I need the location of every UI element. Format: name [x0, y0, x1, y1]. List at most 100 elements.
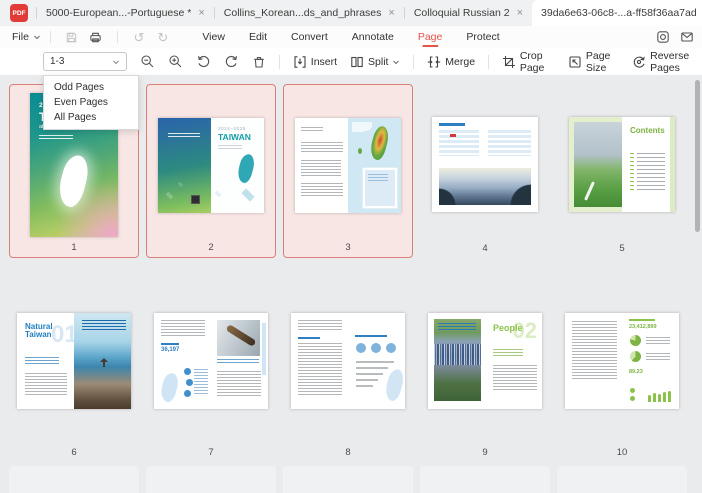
- page-thumbnail-cell-10[interactable]: 23,412,899 89.23 10: [557, 288, 687, 462]
- file-menu-button[interactable]: File: [12, 31, 41, 43]
- zoom-in-icon[interactable]: [168, 53, 183, 71]
- chevron-down-icon: [392, 58, 400, 66]
- population-stat: 23,412,899: [629, 324, 657, 330]
- page-number-label: 6: [9, 447, 139, 458]
- page-thumbnail-cell-14[interactable]: [420, 466, 550, 493]
- tab-annotate[interactable]: Annotate: [352, 26, 394, 48]
- tab-convert[interactable]: Convert: [291, 26, 328, 48]
- page-thumbnail-cell-11[interactable]: [9, 466, 139, 493]
- page-thumbnail-cell-7[interactable]: 36,197 7: [146, 288, 276, 462]
- dropdown-option-even-pages[interactable]: Even Pages: [44, 95, 138, 110]
- undo-icon[interactable]: ↺: [131, 29, 147, 45]
- page-thumbnail-cell-12[interactable]: [146, 466, 276, 493]
- tab-protect[interactable]: Protect: [466, 26, 499, 48]
- redo-icon[interactable]: ↻: [155, 29, 171, 45]
- page-thumbnail-grid: 2024-2025 TAIWAN at a Glance 1 2024–2025…: [0, 75, 702, 493]
- close-tab-icon[interactable]: ×: [517, 8, 523, 19]
- print-icon[interactable]: [88, 29, 104, 45]
- document-tab-1[interactable]: 5000-European...-Portuguese * ×: [37, 0, 214, 26]
- page-thumbnail-cell-3[interactable]: 3: [283, 84, 413, 258]
- app-logo: PDF: [10, 4, 28, 22]
- crop-icon: [502, 55, 516, 69]
- divider: [488, 55, 489, 69]
- crop-page-label: Crop Page: [520, 50, 555, 74]
- page-range-dropdown: Odd Pages Even Pages All Pages: [43, 75, 139, 130]
- document-tab-3[interactable]: Colloquial Russian 2 ×: [405, 0, 532, 26]
- tab-edit[interactable]: Edit: [249, 26, 267, 48]
- tab-view[interactable]: View: [202, 26, 225, 48]
- rotate-left-icon[interactable]: [196, 53, 211, 71]
- page-6-preview: 01 Natural Taiwan: [17, 313, 131, 409]
- page-range-combobox[interactable]: [43, 52, 127, 71]
- close-tab-icon[interactable]: ×: [388, 8, 394, 19]
- page-number-label: 9: [420, 447, 550, 458]
- page-thumbnail-cell-8[interactable]: 8: [283, 288, 413, 462]
- split-page-button[interactable]: Split: [350, 55, 400, 69]
- ribbon-tabs: View Edit Convert Annotate Page Protect: [202, 26, 499, 48]
- spread-title-text: TAIWAN: [218, 132, 251, 142]
- crop-page-button[interactable]: Crop Page: [502, 50, 555, 74]
- page-5-preview: Contents: [569, 117, 675, 212]
- merge-page-button[interactable]: Merge: [427, 55, 475, 69]
- divider: [413, 55, 414, 69]
- page-10-preview: 23,412,899 89.23: [565, 313, 679, 409]
- split-icon: [350, 55, 364, 69]
- taiwan-island-graphic: [55, 153, 93, 210]
- menubar-right-icons: [656, 26, 694, 48]
- chevron-down-icon: [33, 33, 41, 41]
- section-heading: Natural Taiwan: [25, 323, 55, 340]
- save-icon[interactable]: [64, 29, 80, 45]
- vertical-scrollbar[interactable]: [695, 80, 700, 232]
- rotate-right-icon[interactable]: [224, 53, 239, 71]
- dropdown-option-all-pages[interactable]: All Pages: [44, 110, 138, 125]
- page-9-preview: 02 People: [428, 313, 542, 409]
- page-thumbnail-cell-9[interactable]: 02 People 9: [420, 288, 550, 462]
- reverse-pages-label: Reverse Pages: [650, 50, 702, 74]
- document-tab-2[interactable]: Collins_Korean...ds_and_phrases ×: [215, 0, 404, 26]
- close-tab-icon[interactable]: ×: [198, 8, 204, 19]
- page-number-label: 7: [146, 447, 276, 458]
- merge-icon: [427, 55, 441, 69]
- page-number-label: 1: [10, 242, 138, 253]
- divider: [50, 31, 51, 43]
- page-number-label: 4: [420, 243, 550, 254]
- page-thumbnail-cell-5[interactable]: Contents 5: [557, 84, 687, 258]
- stat-number: 36,197: [161, 347, 179, 353]
- page-number-label: 8: [283, 447, 413, 458]
- merge-label: Merge: [445, 56, 475, 68]
- divider: [279, 55, 280, 69]
- file-menu-label: File: [12, 31, 29, 43]
- tab-page-active[interactable]: Page: [418, 26, 443, 48]
- chevron-down-icon: [112, 58, 120, 66]
- page-thumbnail-cell-6[interactable]: 01 Natural Taiwan 6: [9, 288, 139, 462]
- insert-page-button[interactable]: Insert: [293, 55, 337, 69]
- reverse-pages-icon: [632, 55, 646, 69]
- page-thumbnail-cell-2[interactable]: 2024–2025 TAIWAN 2: [146, 84, 276, 258]
- page-number-label: 3: [284, 242, 412, 253]
- page-thumbnail-cell-4[interactable]: 4: [420, 84, 550, 258]
- menubar: File ↺ ↻ View Edit Convert Annotate Page…: [0, 26, 702, 48]
- page-4-preview: [432, 117, 538, 212]
- tab-label: 39da6e63-06c8-...a-ff58f36aa7ad: [541, 7, 697, 19]
- reverse-pages-button[interactable]: Reverse Pages: [632, 50, 702, 74]
- page-size-button[interactable]: Page Size: [568, 50, 619, 74]
- titlebar: PDF 5000-European...-Portuguese * × Coll…: [0, 0, 702, 27]
- feedback-mail-icon[interactable]: [680, 30, 694, 44]
- page-thumbnail-cell-13[interactable]: [283, 466, 413, 493]
- tab-label: 5000-European...-Portuguese *: [46, 7, 191, 19]
- page-7-preview: 36,197: [154, 313, 268, 409]
- delete-page-icon[interactable]: [252, 53, 266, 71]
- page-8-preview: [291, 313, 405, 409]
- page-thumbnail-cell-15[interactable]: [557, 466, 687, 493]
- tab-label: Collins_Korean...ds_and_phrases: [224, 7, 382, 19]
- divider: [117, 31, 118, 43]
- page-toolbar: Insert Split Merge Crop Page Page Size R…: [0, 48, 702, 76]
- zoom-out-icon[interactable]: [140, 53, 155, 71]
- tab-label: Colloquial Russian 2: [414, 7, 510, 19]
- page-number-label: 2: [147, 242, 275, 253]
- page-range-input[interactable]: [50, 56, 108, 67]
- page-number-label: 5: [557, 243, 687, 254]
- screenshot-camera-icon[interactable]: [656, 30, 670, 44]
- dropdown-option-odd-pages[interactable]: Odd Pages: [44, 80, 138, 95]
- document-tab-4-active[interactable]: 39da6e63-06c8-...a-ff58f36aa7ad ×: [532, 0, 702, 26]
